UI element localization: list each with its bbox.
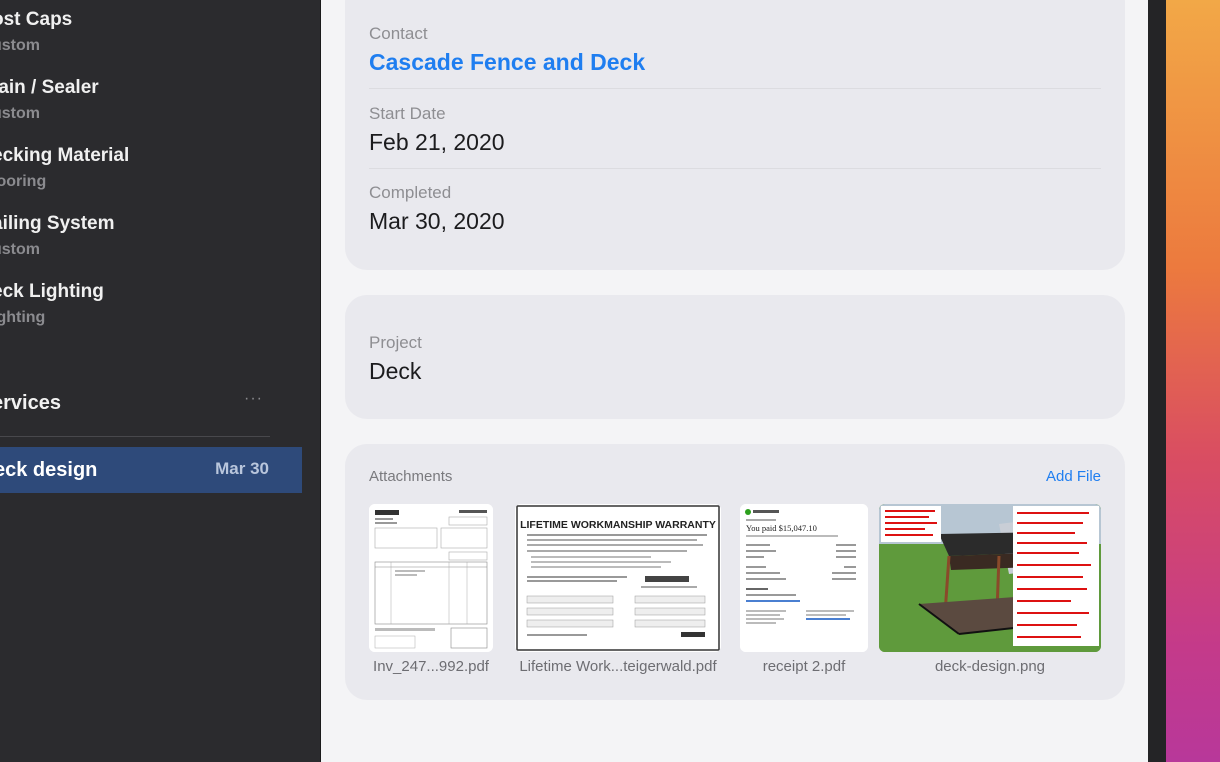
more-options-button[interactable]: ···	[244, 390, 263, 408]
sidebar-item-stain-sealer[interactable]: tain / Sealer ustom	[0, 68, 300, 128]
details-card: Contact Cascade Fence and Deck Start Dat…	[345, 0, 1125, 270]
sidebar-item-deck-design[interactable]: eck design Mar 30	[0, 447, 302, 493]
attachment-thumbnail-warranty[interactable]: LIFETIME WORKMANSHIP WARRANTY	[515, 504, 721, 652]
services-section-title: ervices	[0, 392, 61, 414]
contact-link[interactable]: Cascade Fence and Deck	[369, 49, 645, 76]
attachment-filename: Inv_247...992.pdf	[373, 658, 489, 675]
attachment-thumbnail-invoice[interactable]	[369, 504, 493, 652]
warranty-preview-icon: LIFETIME WORKMANSHIP WARRANTY	[515, 504, 721, 652]
attachments-card: Attachments Add File Inv_247...992.pdf L…	[345, 444, 1125, 700]
start-date-value: Feb 21, 2020	[369, 129, 505, 155]
window-edge	[1148, 0, 1166, 762]
sidebar-item-post-caps[interactable]: ost Caps ustom	[0, 0, 300, 60]
project-card: Project Deck	[345, 295, 1125, 419]
sidebar: ost Caps ustom tain / Sealer ustom eckin…	[0, 0, 320, 762]
desktop-wallpaper	[1166, 0, 1220, 762]
sidebar-item-decking-material[interactable]: ecking Material looring	[0, 136, 300, 196]
attachment-thumbnail-receipt[interactable]: You paid $15,047.10	[740, 504, 868, 652]
selected-item-name: eck design	[0, 459, 98, 481]
divider	[369, 88, 1101, 89]
sidebar-item-title: ecking Material	[0, 145, 130, 166]
sidebar-item-subtitle: looring	[0, 173, 47, 190]
attachment-filename: Lifetime Work...teigerwald.pdf	[519, 658, 717, 675]
sidebar-item-title: ost Caps	[0, 9, 73, 30]
sidebar-item-subtitle: ustom	[0, 241, 40, 258]
project-value: Deck	[369, 358, 422, 384]
sidebar-item-title: eck Lighting	[0, 281, 104, 302]
completed-label: Completed	[369, 183, 452, 202]
receipt-preview-icon: You paid $15,047.10	[740, 504, 868, 652]
attachment-filename: receipt 2.pdf	[762, 658, 846, 675]
detail-pane: Contact Cascade Fence and Deck Start Dat…	[321, 0, 1148, 762]
selected-item-date: Mar 30	[215, 459, 269, 478]
contact-label: Contact	[369, 24, 428, 43]
attachment-thumbnail-deck-design[interactable]	[879, 504, 1101, 652]
sidebar-item-title: tain / Sealer	[0, 77, 99, 98]
sidebar-item-subtitle: ustom	[0, 105, 40, 122]
sidebar-item-subtitle: ighting	[0, 309, 46, 326]
deck-design-preview-icon	[879, 504, 1101, 652]
sidebar-item-deck-lighting[interactable]: eck Lighting ighting	[0, 272, 300, 332]
warranty-heading: LIFETIME WORKMANSHIP WARRANTY	[520, 519, 716, 531]
sidebar-item-title: ailing System	[0, 213, 115, 234]
attachments-title: Attachments	[369, 468, 453, 485]
completed-value: Mar 30, 2020	[369, 208, 505, 234]
section-divider	[0, 436, 270, 437]
project-label: Project	[369, 333, 422, 352]
divider	[369, 168, 1101, 169]
sidebar-item-railing-system[interactable]: ailing System ustom	[0, 204, 300, 264]
start-date-label: Start Date	[369, 104, 446, 123]
attachment-filename: deck-design.png	[934, 658, 1046, 675]
invoice-preview-icon	[369, 504, 493, 652]
receipt-heading: You paid $15,047.10	[746, 523, 817, 533]
add-file-button[interactable]: Add File	[1046, 468, 1101, 485]
sidebar-item-subtitle: ustom	[0, 37, 40, 54]
